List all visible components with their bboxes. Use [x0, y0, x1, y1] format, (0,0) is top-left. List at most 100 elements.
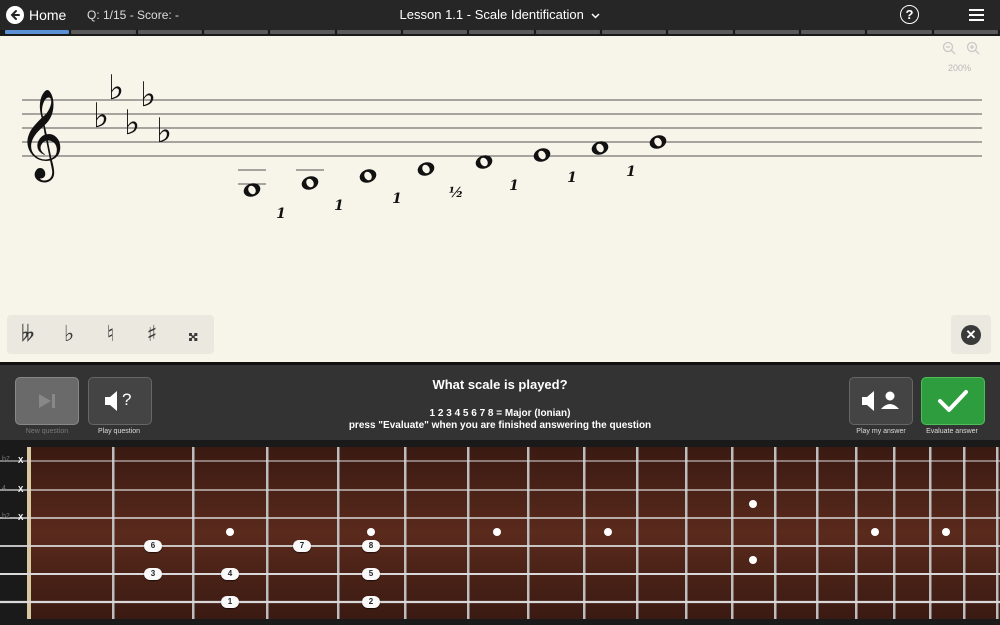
scale-degree-marker[interactable]: 4 — [221, 568, 239, 580]
fretboard-wood — [0, 447, 1000, 619]
interval-label: 1 — [509, 178, 519, 194]
fret-marker — [871, 528, 879, 536]
interval-label: 1 — [567, 170, 577, 186]
progress-segment — [601, 30, 667, 34]
double-sharp-button[interactable]: 𝄪 — [178, 322, 208, 347]
key-flat-icon: ♭ — [93, 96, 109, 136]
scale-degree-marker[interactable]: 5 — [362, 568, 380, 580]
zoom-level: 200% — [948, 63, 972, 73]
control-bar: New question ? Play question What scale … — [0, 362, 1000, 440]
fret-wire — [527, 447, 530, 619]
fret-wire — [816, 447, 819, 619]
progress-segment — [402, 30, 468, 34]
interval-label: 1 — [334, 198, 344, 214]
key-flat-icon: ♭ — [156, 111, 172, 151]
scale-degree-marker[interactable]: 2 — [362, 596, 380, 608]
fret-marker — [493, 528, 501, 536]
fret-wire — [112, 447, 115, 619]
play-answer-label: Play my answer — [856, 428, 906, 435]
double-flat-button[interactable]: 𝄫 — [13, 322, 43, 347]
accidental-palette: 𝄫 ♭ ♮ ♯ 𝄪 — [7, 315, 214, 354]
scale-degree-marker[interactable]: 1 — [221, 596, 239, 608]
fret-wire — [893, 447, 896, 619]
muted-string-marker[interactable]: X — [18, 513, 23, 522]
evaluate-label: Evaluate answer — [926, 428, 978, 435]
staff: 𝄞 ♭♭♭♭♭1 1 1 ½ 1 1 1 — [18, 68, 982, 222]
fret-wire — [337, 447, 340, 619]
fret-wire — [636, 447, 639, 619]
fret-wire — [404, 447, 407, 619]
fret-wire — [192, 447, 195, 619]
interval-label: 1 — [276, 206, 286, 222]
fret-wire — [266, 447, 269, 619]
interval-label: 1 — [392, 191, 402, 207]
app: Home Q: 1/15 - Score: - Lesson 1.1 - Sca… — [0, 0, 1000, 625]
progress-segment — [270, 30, 335, 34]
progress-segment — [71, 30, 136, 34]
key-flat-icon: ♭ — [108, 68, 124, 108]
fret-wire — [685, 447, 688, 619]
fret-wire — [855, 447, 858, 619]
home-button[interactable]: Home — [6, 5, 66, 25]
fret-wire — [963, 447, 966, 619]
note — [238, 169, 266, 197]
string-degree-label: b2 — [2, 513, 10, 520]
scale-degree-marker[interactable]: 6 — [144, 540, 162, 552]
key-flat-icon: ♭ — [124, 103, 140, 143]
lesson-title-text: Lesson 1.1 - Scale Identification — [399, 7, 584, 22]
note — [649, 135, 667, 149]
progress-segment — [535, 30, 600, 34]
help-button[interactable]: ? — [900, 5, 919, 24]
muted-string-marker[interactable]: X — [18, 456, 23, 465]
progress-segment — [867, 30, 932, 34]
top-bar: Home Q: 1/15 - Score: - Lesson 1.1 - Sca… — [0, 0, 1000, 30]
fretboard-wood — [27, 447, 1000, 619]
string-degree-label: b7 — [2, 456, 10, 463]
sharp-button[interactable]: ♯ — [137, 322, 167, 347]
note — [417, 162, 435, 176]
flat-button[interactable]: ♭ — [54, 322, 84, 347]
home-label: Home — [29, 7, 67, 23]
interval-label: ½ — [449, 185, 464, 201]
natural-button[interactable]: ♮ — [95, 322, 125, 347]
zoom-in-icon[interactable] — [966, 41, 980, 55]
muted-string-marker[interactable]: X — [18, 485, 23, 494]
fret-marker — [604, 528, 612, 536]
fretboard[interactable]: b7 X 4 Xb2 X 6 3 4 1 7 8 5 2 — [0, 440, 1000, 625]
evaluate-button[interactable] — [921, 377, 985, 425]
fret-marker — [749, 556, 757, 564]
score-text: Q: 1/15 - Score: - — [87, 8, 180, 22]
key-flat-icon: ♭ — [140, 75, 156, 115]
clear-button[interactable]: ✕ — [951, 315, 991, 354]
note — [359, 169, 377, 183]
scale-degree-marker[interactable]: 7 — [293, 540, 311, 552]
progress-segment — [800, 30, 866, 34]
scale-degree-marker[interactable]: 3 — [144, 568, 162, 580]
fret-wire — [774, 447, 777, 619]
string-degree-label: 4 — [2, 485, 6, 492]
lesson-selector[interactable]: Lesson 1.1 - Scale Identification — [400, 7, 601, 22]
back-arrow-icon — [6, 6, 24, 24]
progress-segment — [734, 30, 799, 34]
note — [296, 169, 324, 190]
progress-segment — [336, 30, 401, 34]
fret-wire — [996, 447, 999, 619]
play-answer-button[interactable] — [849, 377, 913, 425]
zoom-out-icon[interactable] — [942, 41, 956, 55]
scale-degree-marker[interactable]: 8 — [362, 540, 380, 552]
note — [533, 148, 551, 162]
fret-wire — [731, 447, 734, 619]
progress-segment — [203, 30, 269, 34]
fret-wire — [467, 447, 470, 619]
progress-segment — [668, 30, 733, 34]
checkmark-icon — [938, 390, 968, 412]
fret-marker — [942, 528, 950, 536]
hamburger-menu-icon[interactable] — [969, 9, 984, 21]
nut — [27, 447, 31, 619]
progress-segment — [933, 30, 998, 34]
notation-area[interactable]: 𝄞 ♭ ♭ ♭ ♭ ♭ 1 1 1 ½ 1 1 1 200% 𝄫 ♭ ♮ ♯ 𝄪 ✕ — [0, 36, 1000, 362]
question-mark-glyph: ? — [122, 390, 132, 409]
close-icon: ✕ — [961, 324, 981, 345]
interval-label: 1 — [626, 164, 636, 180]
fret-wire — [583, 447, 586, 619]
